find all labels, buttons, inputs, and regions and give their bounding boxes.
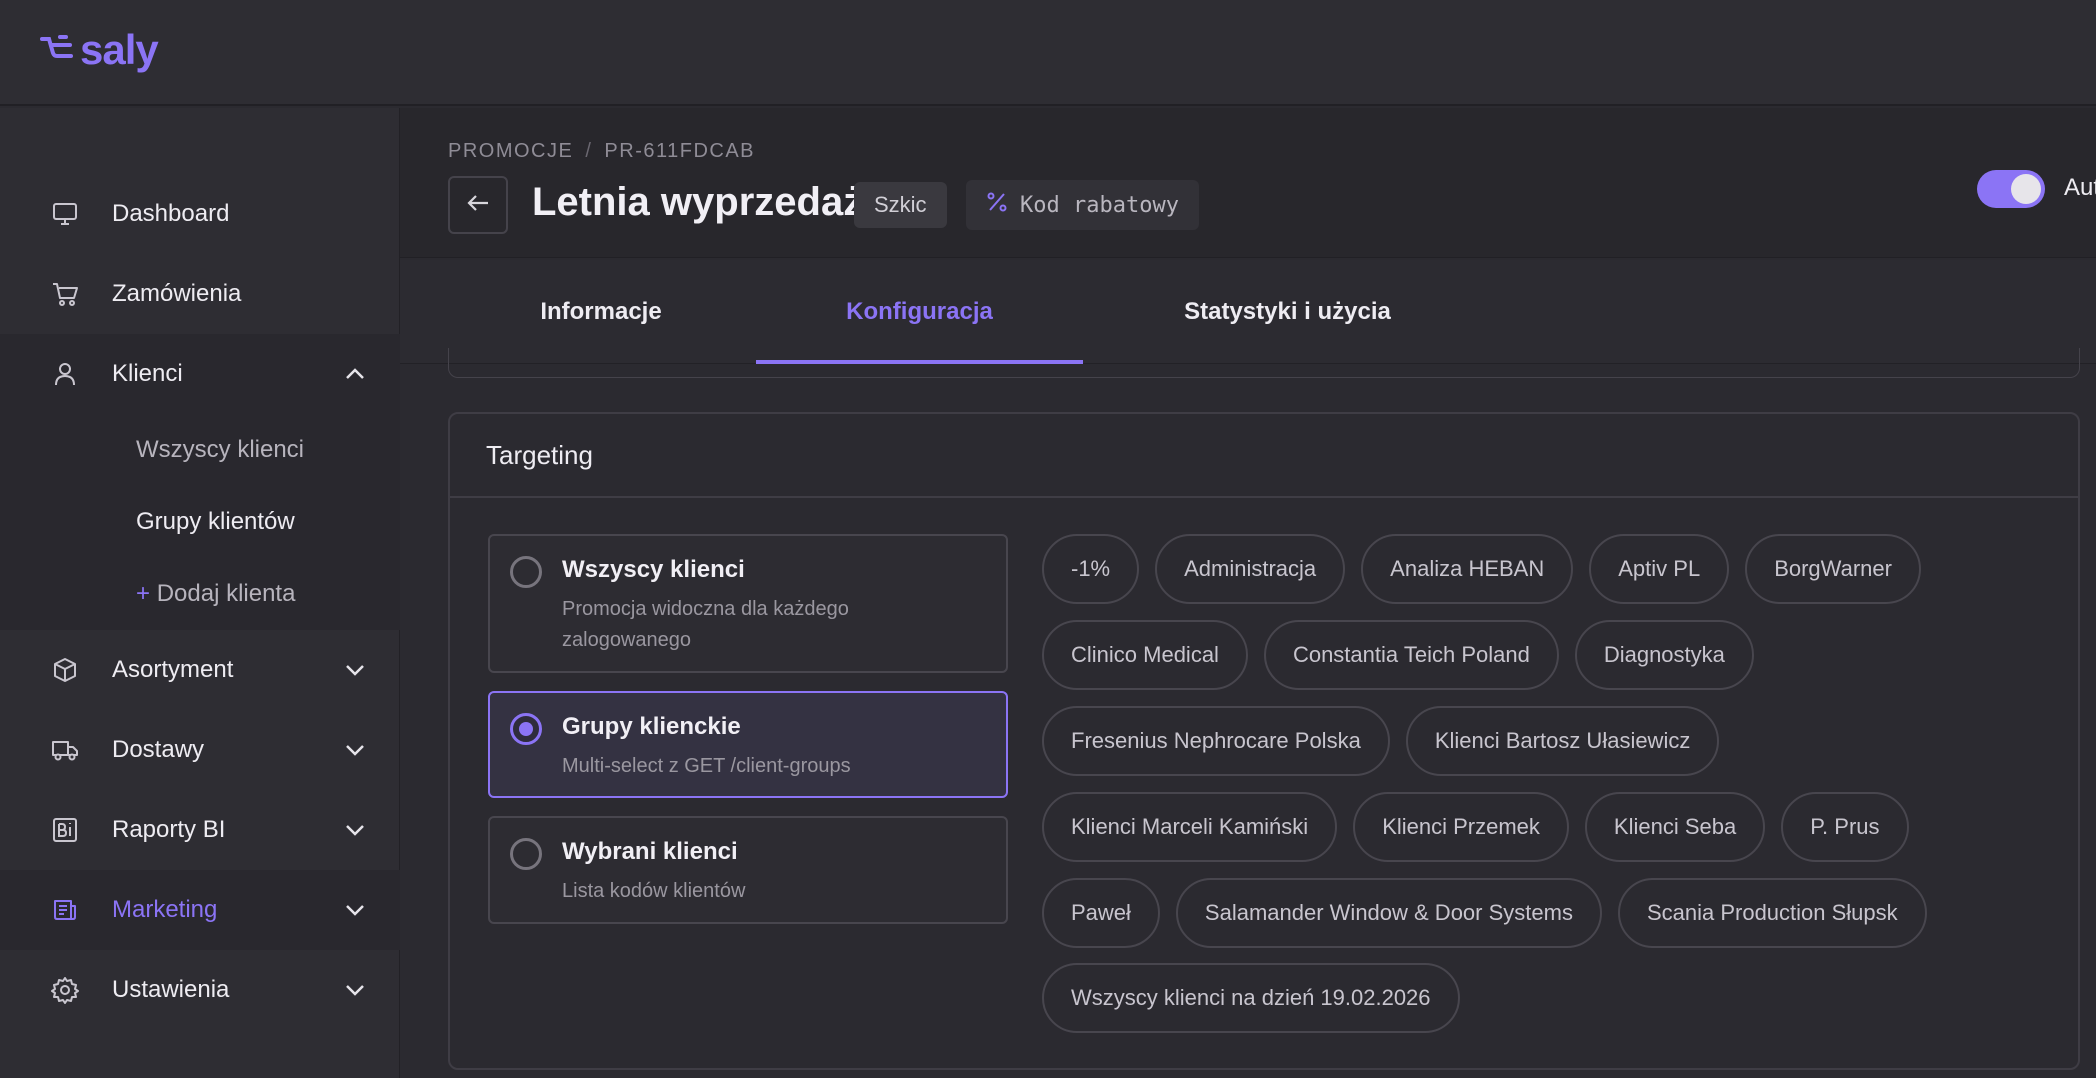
group-chip[interactable]: -1%	[1042, 534, 1140, 604]
group-chip[interactable]: Constantia Teich Poland	[1263, 620, 1559, 690]
group-chip[interactable]: Scania Production Słupsk	[1617, 878, 1927, 948]
newspaper-icon	[50, 895, 80, 925]
group-chip[interactable]: Aptiv PL	[1589, 534, 1730, 604]
auto-toggle[interactable]	[1977, 170, 2045, 208]
sidebar-item-label: Raporty BI	[112, 816, 226, 843]
group-chip[interactable]: Salamander Window & Door Systems	[1175, 878, 1602, 948]
chevron-down-icon[interactable]	[340, 815, 370, 845]
chip-row: -1% Administracja Analiza HEBAN Aptiv PL…	[1042, 534, 1921, 604]
sidebar-item-assortment[interactable]: Asortyment	[0, 630, 400, 710]
gear-icon	[50, 975, 80, 1005]
cart-logo-icon	[40, 33, 76, 68]
radio-button[interactable]	[510, 838, 542, 870]
page-header: PROMOCJE / PR-611FDCAB Letnia wyprzedaż Sz…	[400, 108, 2096, 258]
chevron-down-icon[interactable]	[340, 975, 370, 1005]
arrow-left-icon	[466, 193, 490, 218]
sidebar-item-label: Marketing	[112, 896, 218, 923]
sidebar-item-label: Asortyment	[112, 656, 234, 683]
card-title: Targeting	[486, 440, 593, 470]
logo[interactable]: saly	[40, 26, 159, 74]
option-description: Promocja widoczna dla każdego zalogowane…	[562, 598, 849, 651]
breadcrumb-item-promotions[interactable]: PROMOCJE	[448, 140, 573, 162]
bi-report-icon	[50, 815, 80, 845]
box-icon	[50, 655, 80, 685]
sidebar-item-label: Ustawienia	[112, 976, 230, 1003]
group-chip[interactable]: P. Prus	[1781, 792, 1909, 862]
sidebar: Dashboard Zamówienia Klienci Wszyscy kli…	[0, 108, 400, 1078]
chip-row: Wszyscy klienci na dzień 19.02.2026	[1042, 963, 1460, 1033]
chip-row: Clinico Medical Constantia Teich Poland …	[1042, 620, 1754, 690]
sidebar-item-clients[interactable]: Klienci	[0, 334, 400, 414]
top-bar: saly	[0, 0, 2096, 106]
percent-icon	[986, 191, 1008, 219]
promo-type-badge: Kod rabatowy	[966, 180, 1199, 230]
page-title: Letnia wyprzedaż	[532, 180, 864, 224]
group-chip[interactable]: Klienci Seba	[1584, 792, 1766, 862]
breadcrumb-separator: /	[585, 140, 593, 162]
sidebar-item-bi-reports[interactable]: Raporty BI	[0, 790, 400, 870]
sidebar-item-orders[interactable]: Zamówienia	[0, 254, 400, 334]
chevron-down-icon[interactable]	[340, 655, 370, 685]
option-title: Wybrani klienci	[562, 838, 738, 865]
sidebar-subitem-all-clients[interactable]: Wszyscy klienci	[136, 436, 304, 464]
chevron-down-icon[interactable]	[340, 895, 370, 925]
option-description: Multi-select z GET /client-groups	[562, 755, 851, 777]
breadcrumb-item-current: PR-611FDCAB	[604, 140, 756, 162]
sidebar-subitem-add-client[interactable]: + Dodaj klienta	[136, 580, 295, 608]
group-chip[interactable]: Clinico Medical	[1042, 620, 1248, 690]
targeting-card: Targeting Wszyscy klienci Promocja widoc…	[448, 412, 2080, 1070]
sidebar-item-settings[interactable]: Ustawienia	[0, 950, 400, 1030]
chip-row: Klienci Marceli Kamiński Klienci Przemek…	[1042, 792, 1909, 862]
card-header: Targeting	[450, 414, 2078, 498]
radio-button-selected[interactable]	[510, 713, 542, 745]
cart-icon	[50, 279, 80, 309]
group-chip[interactable]: Fresenius Nephrocare Polska	[1042, 706, 1390, 776]
chip-row: Fresenius Nephrocare Polska Klienci Bart…	[1042, 706, 1720, 776]
group-chip[interactable]: BorgWarner	[1745, 534, 1921, 604]
group-chip[interactable]: Wszyscy klienci na dzień 19.02.2026	[1042, 963, 1460, 1033]
promo-type-label: Kod rabatowy	[1020, 192, 1179, 218]
sidebar-item-label: Klienci	[112, 360, 183, 387]
group-chip[interactable]: Paweł	[1042, 878, 1160, 948]
option-title: Wszyscy klienci	[562, 556, 745, 583]
chevron-up-icon[interactable]	[340, 359, 370, 389]
group-chip[interactable]: Analiza HEBAN	[1361, 534, 1574, 604]
target-option-all-clients[interactable]: Wszyscy klienci Promocja widoczna dla ka…	[488, 534, 1008, 673]
group-chip[interactable]: Klienci Marceli Kamiński	[1042, 792, 1338, 862]
sidebar-item-dashboard[interactable]: Dashboard	[0, 174, 400, 254]
chip-row: Paweł Salamander Window & Door Systems S…	[1042, 878, 1927, 948]
status-badge: Szkic	[854, 182, 947, 228]
group-chip[interactable]: Administracja	[1155, 534, 1346, 604]
chevron-down-icon[interactable]	[340, 735, 370, 765]
breadcrumb: PROMOCJE / PR-611FDCAB	[448, 140, 755, 163]
plus-icon: +	[136, 580, 151, 607]
target-option-selected-clients[interactable]: Wybrani klienci Lista kodów klientów	[488, 816, 1008, 924]
option-title: Grupy klienckie	[562, 713, 741, 740]
toggle-knob	[2011, 174, 2041, 204]
previous-card-edge	[448, 348, 2080, 378]
group-chip[interactable]: Klienci Przemek	[1353, 792, 1569, 862]
sidebar-item-label: Dashboard	[112, 200, 230, 227]
sidebar-item-deliveries[interactable]: Dostawy	[0, 710, 400, 790]
user-icon	[50, 359, 80, 389]
sidebar-subitem-client-groups[interactable]: Grupy klientów	[136, 508, 295, 536]
monitor-icon	[50, 199, 80, 229]
truck-icon	[50, 735, 80, 765]
radio-button[interactable]	[510, 556, 542, 588]
group-chip[interactable]: Diagnostyka	[1574, 620, 1754, 690]
sidebar-item-label: Dostawy	[112, 736, 205, 763]
target-option-client-groups[interactable]: Grupy klienckie Multi-select z GET /clie…	[488, 691, 1008, 798]
option-description: Lista kodów klientów	[562, 880, 746, 902]
sidebar-item-marketing[interactable]: Marketing	[0, 870, 400, 950]
toggle-label: Aut	[2064, 174, 2096, 201]
sidebar-item-label: Zamówienia	[112, 280, 242, 307]
group-chip[interactable]: Klienci Bartosz Ułasiewicz	[1405, 706, 1720, 776]
logo-text: saly	[80, 26, 159, 73]
sidebar-subitem-label: Dodaj klienta	[156, 580, 296, 607]
back-button[interactable]	[448, 176, 508, 234]
